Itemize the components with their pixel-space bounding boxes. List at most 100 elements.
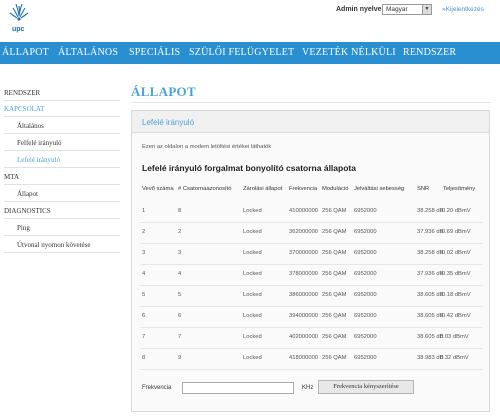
frequency-cell: 378000000 bbox=[289, 271, 319, 277]
sidebar-item-ping[interactable]: Ping bbox=[17, 224, 30, 232]
column-header: # Csatornaazonosító bbox=[178, 186, 232, 192]
receiver-number-cell: 6 bbox=[142, 313, 146, 319]
table-row: 6 6 Locked 394000000 256 QAM 6952000 38.605 dB… bbox=[140, 307, 483, 328]
table-row: 3 3 Locked 370000000 256 QAM 6952000 38.258 dB… bbox=[140, 244, 483, 265]
nav-item-szuloi-felugyelet[interactable]: SZÜLŐI FELÜGYELET bbox=[189, 47, 294, 58]
logout-link[interactable]: »Kijelentkezés bbox=[442, 6, 484, 13]
symbol-rate-cell: 6952000 bbox=[354, 355, 377, 361]
lock-status-cell: Locked bbox=[243, 229, 262, 235]
symbol-rate-cell: 6952000 bbox=[354, 292, 377, 298]
channel-id-cell: 3 bbox=[178, 250, 182, 256]
language-select-value: Magyar bbox=[386, 6, 408, 13]
lock-status-cell: Locked bbox=[243, 313, 262, 319]
divider bbox=[4, 235, 120, 236]
frequency-cell: 418000000 bbox=[289, 355, 319, 361]
column-header: Zárolási állapot bbox=[243, 186, 283, 192]
nav-item-altalanos[interactable]: ÁLTALÁNOS bbox=[58, 47, 118, 58]
sidebar-item-altalanos[interactable]: Általános bbox=[17, 122, 44, 130]
table-row: 4 4 Locked 378000000 256 QAM 6952000 37.936 dB… bbox=[140, 265, 483, 286]
channel-id-cell: 9 bbox=[178, 355, 182, 361]
divider bbox=[4, 133, 120, 134]
column-header: Teljesítmény bbox=[443, 186, 476, 192]
sidebar-item-allapot[interactable]: Állapot bbox=[17, 190, 38, 198]
downstream-panel: Lefelé irányuló Ezen az oldalon a modem … bbox=[131, 110, 490, 412]
frequency-cell: 386000000 bbox=[289, 292, 319, 298]
lock-status-cell: Locked bbox=[243, 271, 262, 277]
frequency-cell: 362000000 bbox=[289, 229, 319, 235]
divider bbox=[4, 218, 120, 219]
table-row: 8 9 Locked 418000000 256 QAM 6952000 38.983 dB… bbox=[140, 349, 483, 370]
frequency-label: Frekvencia bbox=[142, 385, 172, 391]
top-bar: upc Admin nyelve Magyar ▼ »Kijelentkezés bbox=[0, 0, 500, 40]
sidebar-item-mta[interactable]: MTA bbox=[4, 173, 19, 181]
frequency-cell: 402000000 bbox=[289, 334, 319, 340]
section-heading: Lefelé irányuló forgalmat bonyolító csat… bbox=[142, 163, 356, 173]
divider bbox=[4, 252, 120, 253]
symbol-rate-cell: 6952000 bbox=[354, 334, 377, 340]
nav-item-rendszer[interactable]: RENDSZER bbox=[403, 47, 456, 58]
receiver-number-cell: 8 bbox=[142, 355, 146, 361]
channel-id-cell: 8 bbox=[178, 208, 182, 214]
symbol-rate-cell: 6952000 bbox=[354, 229, 377, 235]
divider bbox=[4, 150, 120, 151]
power-cell: -0.20 dBmV bbox=[440, 208, 471, 214]
channel-id-cell: 7 bbox=[178, 334, 182, 340]
power-cell: -0.35 dBmV bbox=[440, 271, 471, 277]
divider bbox=[4, 116, 120, 117]
channel-id-cell: 6 bbox=[178, 313, 182, 319]
frequency-cell: 410000000 bbox=[289, 208, 319, 214]
table-row: 2 2 Locked 362000000 256 QAM 6952000 37.936 dB… bbox=[140, 223, 483, 244]
sidebar-item-kapcsolat[interactable]: KAPCSOLAT bbox=[4, 105, 44, 113]
receiver-number-cell: 2 bbox=[142, 229, 146, 235]
frequency-input[interactable] bbox=[182, 382, 294, 394]
lock-status-cell: Locked bbox=[243, 334, 262, 340]
modulation-cell: 256 QAM bbox=[322, 313, 347, 319]
table-row: 7 7 Locked 402000000 256 QAM 6952000 38.605 dB… bbox=[140, 328, 483, 349]
symbol-rate-cell: 6952000 bbox=[354, 313, 377, 319]
sidebar-item-felfele-iranyulo[interactable]: Felfelé irányuló bbox=[17, 139, 62, 147]
nav-item-allapot[interactable]: ÁLLAPOT bbox=[2, 47, 49, 58]
symbol-rate-cell: 6952000 bbox=[354, 271, 377, 277]
power-cell: -0.02 dBmV bbox=[440, 250, 471, 256]
language-select[interactable]: Magyar ▼ bbox=[382, 4, 432, 15]
modulation-cell: 256 QAM bbox=[322, 334, 347, 340]
panel-title: Lefelé irányuló bbox=[142, 118, 195, 127]
panel-description: Ezen az oldalon a modem letöltési értéke… bbox=[142, 144, 272, 150]
lock-status-cell: Locked bbox=[243, 355, 262, 361]
modulation-cell: 256 QAM bbox=[322, 271, 347, 277]
frequency-unit: KHz bbox=[302, 385, 314, 391]
column-header: SNR bbox=[417, 186, 430, 192]
lock-status-cell: Locked bbox=[243, 292, 262, 298]
power-cell: 0.32 dBmV bbox=[440, 355, 469, 361]
column-header: Jelváltási sebesség bbox=[354, 186, 405, 192]
power-cell: -0.42 dBmV bbox=[440, 313, 471, 319]
force-frequency-button[interactable]: Frekvencia kényszerítése bbox=[318, 380, 414, 394]
divider bbox=[4, 201, 120, 202]
modulation-cell: 256 QAM bbox=[322, 355, 347, 361]
power-cell: -0.69 dBmV bbox=[440, 229, 471, 235]
column-header: Frekvencia bbox=[289, 186, 318, 192]
frequency-cell: 394000000 bbox=[289, 313, 319, 319]
channel-id-cell: 5 bbox=[178, 292, 182, 298]
channel-id-cell: 2 bbox=[178, 229, 182, 235]
divider bbox=[131, 102, 491, 103]
divider bbox=[4, 100, 120, 101]
frequency-cell: 370000000 bbox=[289, 250, 319, 256]
panel-header: Lefelé irányuló bbox=[132, 111, 489, 133]
nav-item-vezetek-nelkuli[interactable]: VEZETÉK NÉLKÜLI bbox=[302, 47, 396, 58]
power-cell: 0.03 dBmV bbox=[440, 334, 469, 340]
nav-item-specialis[interactable]: SPECIÁLIS bbox=[129, 47, 180, 58]
receiver-number-cell: 1 bbox=[142, 208, 146, 214]
table-row: 1 8 Locked 410000000 256 QAM 6952000 38.258 dB… bbox=[140, 202, 483, 223]
sidebar-item-utvonal[interactable]: Útvonal nyomon követése bbox=[17, 241, 91, 249]
sidebar-item-rendszer[interactable]: RENDSZER bbox=[4, 89, 40, 97]
channel-id-cell: 4 bbox=[178, 271, 182, 277]
modulation-cell: 256 QAM bbox=[322, 250, 347, 256]
modulation-cell: 256 QAM bbox=[322, 208, 347, 214]
sidebar-item-lefele-iranyulo[interactable]: Lefelé irányuló bbox=[17, 156, 60, 164]
chevron-down-icon[interactable]: ▼ bbox=[422, 5, 431, 14]
sidebar-item-diagnostics[interactable]: DIAGNOSTICS bbox=[4, 207, 51, 215]
divider bbox=[4, 184, 120, 185]
lock-status-cell: Locked bbox=[243, 250, 262, 256]
column-header: Vevő száma bbox=[142, 186, 174, 192]
